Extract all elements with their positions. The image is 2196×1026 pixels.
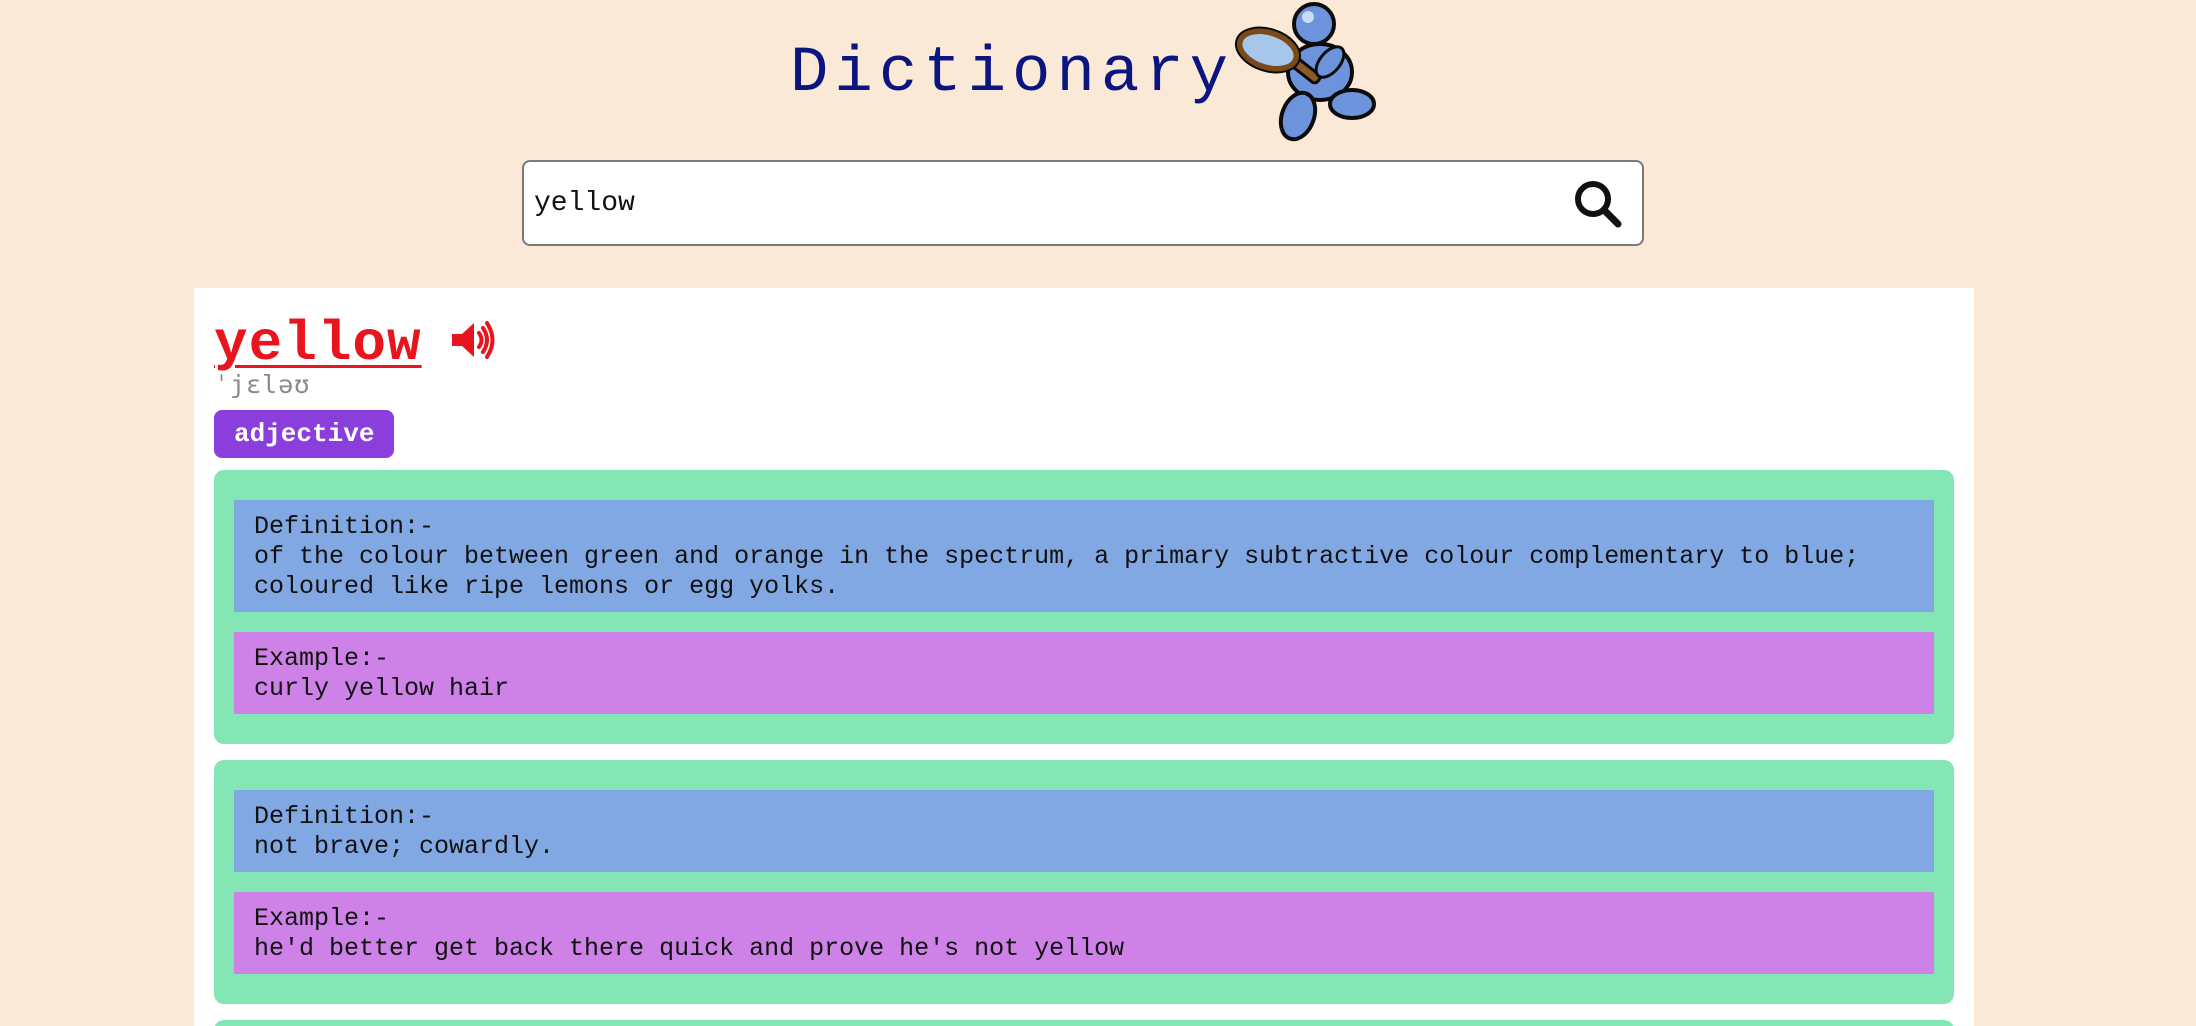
header: Dictionary — [0, 0, 2196, 150]
word-heading: yellow — [214, 312, 422, 376]
example-text: curly yellow hair — [254, 674, 510, 703]
search-bar — [522, 160, 1644, 246]
page-title: Dictionary — [790, 38, 1235, 110]
example-text: he'd better get back there quick and pro… — [254, 934, 1125, 963]
example-box: Example:- he'd better get back there qui… — [234, 892, 1934, 974]
definition-box: Definition:- of the colour between green… — [234, 500, 1934, 612]
meaning-card: Definition:- of the colour between green… — [214, 470, 1954, 744]
meaning-card: Definition:- not brave; cowardly. Exampl… — [214, 760, 1954, 1004]
meaning-card-partial — [214, 1020, 1954, 1026]
part-of-speech-badge: adjective — [214, 410, 395, 458]
example-box: Example:- curly yellow hair — [234, 632, 1934, 714]
result-panel: yellow ˈjɛləʊ adjective Definition:- of … — [194, 288, 1974, 1026]
example-label: Example:- — [254, 904, 390, 933]
definition-label: Definition:- — [254, 512, 435, 541]
detective-magnifier-mascot-icon — [1234, 2, 1376, 142]
speaker-icon[interactable] — [450, 320, 496, 360]
definition-text: of the colour between green and orange i… — [254, 542, 1860, 601]
dictionary-page: Dictionary yellow yellow ˈjɛləʊ adjectiv… — [0, 0, 2196, 1026]
word-heading-row: yellow — [214, 312, 495, 376]
search-input[interactable] — [534, 176, 1534, 230]
definition-label: Definition:- — [254, 802, 435, 831]
definition-text: not brave; cowardly. — [254, 832, 555, 861]
phonetic-text: ˈjɛləʊ — [214, 370, 311, 399]
definition-box: Definition:- not brave; cowardly. — [234, 790, 1934, 872]
example-label: Example:- — [254, 644, 390, 673]
search-icon[interactable] — [1572, 178, 1624, 230]
